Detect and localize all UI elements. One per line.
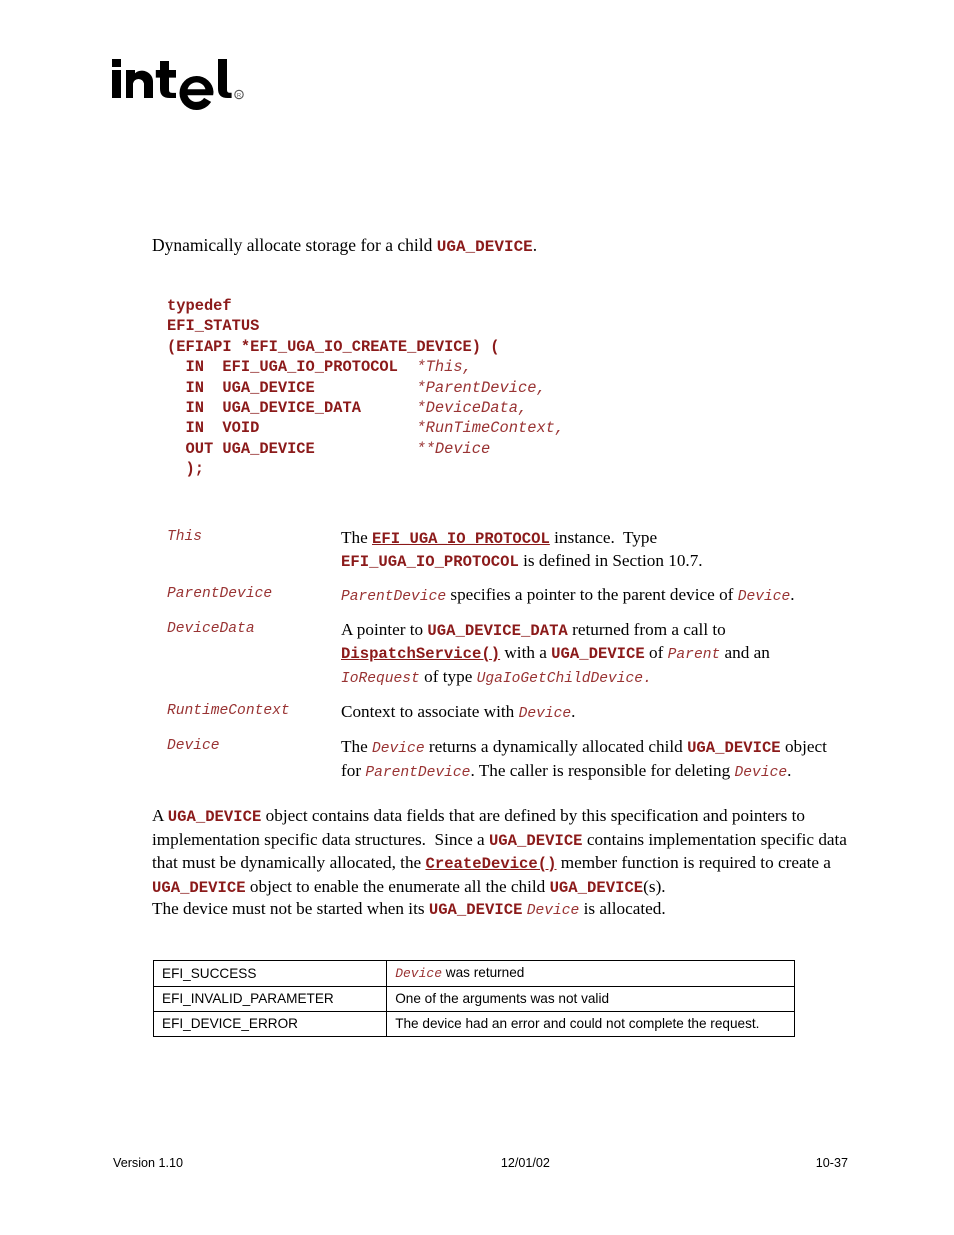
parameter-row: ParentDevice ParentDevice specifies a poi…	[167, 584, 867, 608]
inline-code: UGA_DEVICE	[549, 878, 644, 897]
status-code-cell: EFI_INVALID_PARAMETER	[152, 986, 388, 1012]
intro-code-token: UGA_DEVICE	[436, 238, 533, 256]
inline-code: UGA_DEVICE	[551, 645, 645, 663]
code-token: (EFIAPI *EFI_UGA_IO_CREATE_DEVICE) (	[167, 337, 500, 356]
parameter-description-list: This The EFI_UGA_IO_PROTOCOL instance. Ty…	[167, 527, 867, 795]
code-parameter-name: *ParentDevice,	[416, 378, 546, 397]
code-token: IN UGA_DEVICE	[167, 378, 417, 397]
table-row: EFI_DEVICE_ERROR The device had an error …	[152, 1011, 795, 1037]
inline-code-italic: Device	[526, 903, 580, 919]
status-description-cell: Device was returned	[386, 960, 795, 987]
footer-page-number: 10-37	[815, 1156, 848, 1170]
parameter-row: This The EFI_UGA_IO_PROTOCOL instance. Ty…	[167, 527, 867, 573]
inline-code-italic: ParentDevice	[341, 589, 447, 605]
parameter-description: The Device returns a dynamically allocat…	[341, 737, 827, 781]
footer-version: Version 1.10	[113, 1156, 184, 1170]
table-row: EFI_INVALID_PARAMETER One of the argument…	[152, 986, 795, 1012]
code-line: EFI_STATUS	[167, 316, 564, 336]
code-line: OUT UGA_DEVICE **Device	[167, 439, 564, 459]
table-row: EFI_SUCCESS Device was returned	[152, 960, 795, 987]
inline-code-italic: Device	[518, 706, 572, 722]
intro-text-before: Dynamically allocate storage for a child	[152, 235, 437, 255]
parameter-row: RuntimeContext Context to associate with …	[167, 701, 867, 725]
function-prototype-code-block: typedef EFI_STATUS (EFIAPI *EFI_UGA_IO_CRE…	[167, 296, 564, 480]
code-line: );	[167, 459, 564, 479]
status-code-table: EFI_SUCCESS Device was returned EFI_INVALI…	[152, 960, 795, 1037]
inline-code-italic: Parent	[667, 647, 721, 663]
parameter-description: A pointer to UGA_DEVICE_DATA returned fr…	[341, 620, 770, 687]
code-parameter-name: *DeviceData,	[416, 399, 528, 418]
intel-logo: R	[110, 52, 290, 114]
code-line: IN UGA_DEVICE_DATA *DeviceData,	[167, 398, 564, 418]
dispatch-service-link[interactable]: DispatchService()	[341, 645, 500, 663]
inline-code: UGA_DEVICE	[152, 878, 246, 897]
status-code-cell: EFI_DEVICE_ERROR	[152, 1011, 388, 1037]
code-token: OUT UGA_DEVICE	[167, 439, 417, 458]
code-token: IN UGA_DEVICE_DATA	[167, 399, 417, 418]
code-line: IN UGA_DEVICE *ParentDevice,	[167, 378, 564, 398]
code-line: IN EFI_UGA_IO_PROTOCOL *This,	[167, 357, 564, 377]
inline-code-italic: UgaIoGetChildDevice.	[476, 671, 652, 687]
inline-code: UGA_DEVICE	[167, 808, 262, 826]
inline-code-italic: Device	[737, 589, 791, 605]
code-parameter-name: **Device	[416, 439, 491, 458]
intro-text-after: .	[532, 235, 538, 255]
parameter-name: Device	[167, 738, 220, 754]
inline-code-italic: Device	[372, 741, 425, 757]
inline-code: UGA_DEVICE	[488, 831, 583, 850]
document-page: R Dynamically allocate storage for a chi…	[0, 0, 954, 1235]
efi-uga-io-protocol-link[interactable]: EFI_UGA_IO_PROTOCOL	[372, 530, 550, 548]
code-line: (EFIAPI *EFI_UGA_IO_CREATE_DEVICE) (	[167, 337, 564, 357]
inline-code-italic: Device	[734, 765, 788, 781]
parameter-name: DeviceData	[167, 621, 255, 637]
inline-code: UGA_DEVICE_DATA	[427, 622, 568, 640]
code-token: IN EFI_UGA_IO_PROTOCOL	[167, 358, 417, 377]
code-token: );	[167, 460, 204, 479]
inline-code: UGA_DEVICE	[687, 739, 781, 757]
code-line: typedef	[167, 296, 564, 316]
page-footer: Version 1.10 12/01/02 10-37	[113, 1156, 848, 1170]
parameter-description: Context to associate with Device.	[341, 702, 576, 722]
parameter-description: The EFI_UGA_IO_PROTOCOL instance. Type EF…	[341, 528, 703, 571]
inline-code-italic: IoRequest	[341, 671, 420, 687]
parameter-name: RuntimeContext	[167, 703, 290, 719]
code-parameter-name: *RunTimeContext,	[416, 419, 565, 438]
parameter-row: Device The Device returns a dynamically a…	[167, 736, 867, 784]
code-token: EFI_STATUS	[167, 317, 260, 336]
status-code-cell: EFI_SUCCESS	[152, 960, 388, 987]
intro-sentence: Dynamically allocate storage for a child…	[152, 233, 537, 259]
code-token: typedef	[167, 297, 232, 315]
parameter-name: This	[167, 529, 203, 545]
parameter-row: DeviceData A pointer to UGA_DEVICE_DATA r…	[167, 619, 867, 690]
parameter-name: ParentDevice	[167, 586, 273, 602]
svg-text:R: R	[237, 93, 241, 99]
status-description-cell: One of the arguments was not valid	[386, 986, 795, 1012]
create-device-link[interactable]: CreateDevice()	[425, 855, 556, 873]
code-line: IN VOID *RunTimeContext,	[167, 418, 564, 438]
status-description-cell: The device had an error and could not co…	[386, 1011, 795, 1037]
parameter-description: ParentDevice specifies a pointer to the …	[341, 585, 795, 605]
inline-code: EFI_UGA_IO_PROTOCOL	[341, 553, 519, 571]
description-paragraph: A UGA_DEVICE object contains data fields…	[152, 806, 847, 897]
inline-code: UGA_DEVICE	[428, 901, 523, 919]
code-parameter-name: *This,	[416, 358, 472, 377]
code-token: IN VOID	[167, 419, 417, 438]
footer-date: 12/01/02	[500, 1156, 550, 1170]
note-paragraph: The device must not be started when its …	[152, 899, 666, 919]
inline-code-italic: Device	[395, 966, 442, 981]
inline-code-italic: ParentDevice	[365, 765, 471, 781]
